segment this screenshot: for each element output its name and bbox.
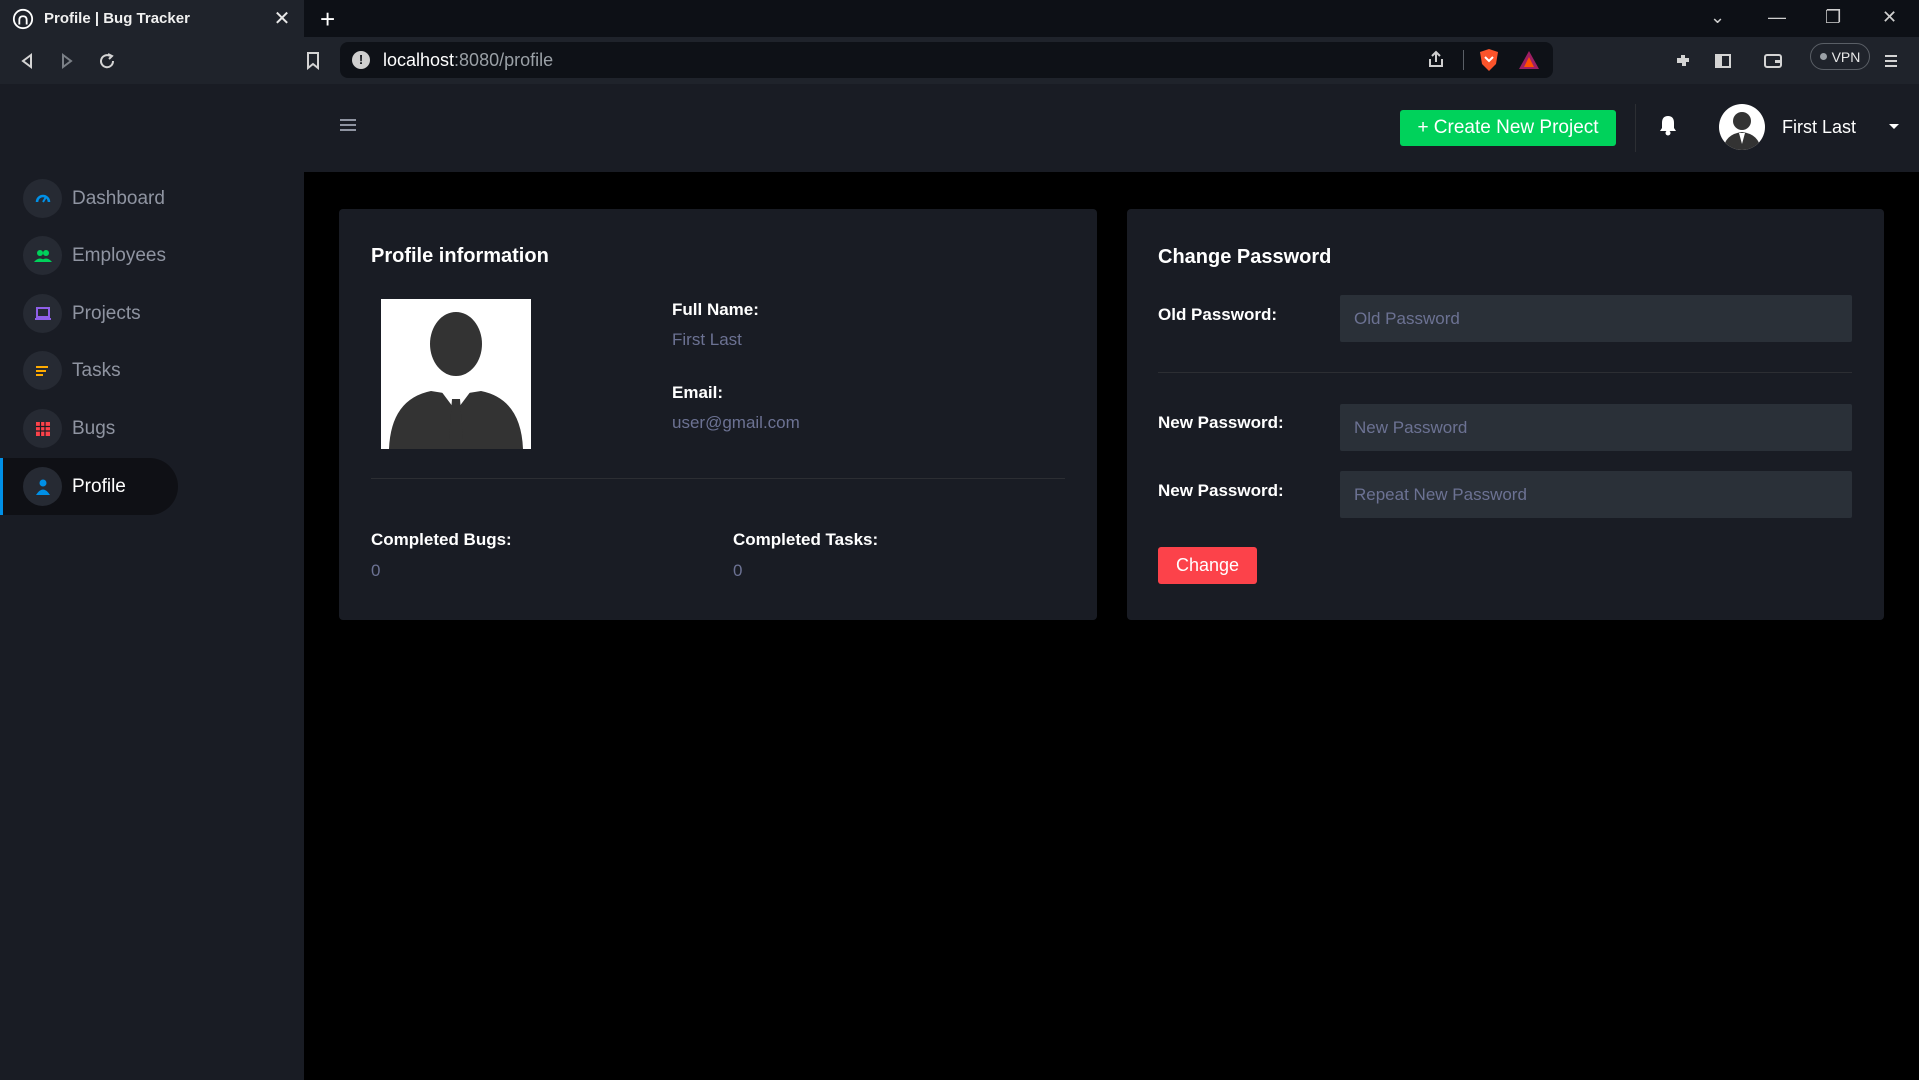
table-icon (23, 409, 62, 448)
forward-icon[interactable] (52, 46, 82, 76)
navbar-divider (1635, 104, 1636, 152)
vpn-status-dot (1819, 53, 1827, 60)
brave-rewards-icon[interactable] (1518, 49, 1540, 76)
completed-bugs-label: Completed Bugs: (371, 530, 512, 549)
browser-toolbar: ! localhost:8080/profile VPN (0, 37, 1919, 84)
tab-search-chevron-icon[interactable]: ⌄ (1710, 7, 1725, 28)
sidebar-item-label: Projects (72, 302, 141, 324)
repeat-password-label: New Password: (1158, 481, 1284, 500)
sidebar-item-label: Employees (72, 244, 166, 266)
extensions-icon[interactable] (1668, 46, 1698, 76)
change-password-title: Change Password (1158, 246, 1332, 268)
hamburger-icon[interactable] (340, 119, 356, 134)
address-bar[interactable]: ! localhost:8080/profile (340, 42, 1553, 78)
sidebar-item-label: Tasks (72, 359, 121, 381)
site-info-icon[interactable]: ! (352, 51, 370, 69)
vpn-label: VPN (1831, 48, 1861, 65)
new-password-label: New Password: (1158, 413, 1284, 432)
person-silhouette-icon (389, 312, 523, 449)
avatar[interactable] (1719, 104, 1765, 150)
close-tab-icon[interactable]: ✕ (272, 6, 292, 31)
user-name[interactable]: First Last (1782, 117, 1856, 138)
list-icon (23, 351, 62, 390)
sidebar: Dashboard Employees Projects Tasks Bugs … (0, 84, 304, 1080)
password-divider (1158, 372, 1852, 373)
url-text[interactable]: localhost:8080/profile (383, 50, 553, 71)
vpn-button[interactable]: VPN (1810, 43, 1870, 70)
email-label: Email: (672, 383, 724, 402)
sidebar-item-projects[interactable]: Projects (0, 285, 178, 342)
sidebar-item-tasks[interactable]: Tasks (0, 342, 178, 399)
people-icon (23, 236, 62, 275)
minimize-icon[interactable]: — (1768, 7, 1786, 28)
restore-icon[interactable]: ❐ (1825, 7, 1841, 28)
completed-tasks-label: Completed Tasks: (733, 530, 879, 549)
share-icon[interactable] (1426, 49, 1446, 74)
sidebar-item-label: Dashboard (72, 187, 165, 209)
completed-tasks-value: 0 (733, 561, 743, 580)
profile-photo (381, 299, 531, 449)
sidebar-item-profile[interactable]: Profile (0, 458, 178, 515)
new-password-field[interactable] (1340, 404, 1852, 451)
tab-title: Profile | Bug Tracker (44, 10, 190, 27)
profile-divider (371, 478, 1065, 479)
sidebar-item-label: Bugs (72, 417, 116, 439)
email-value: user@gmail.com (672, 413, 800, 432)
change-password-card: Change Password Old Password: New Passwo… (1127, 209, 1884, 620)
menu-icon[interactable] (1876, 46, 1906, 76)
full-name-value: First Last (672, 330, 742, 349)
profile-card: Profile information Full Name: First Las… (339, 209, 1097, 620)
create-new-project-button[interactable]: + Create New Project (1400, 110, 1616, 146)
old-password-label: Old Password: (1158, 305, 1278, 324)
sidebar-item-bugs[interactable]: Bugs (0, 400, 178, 457)
repeat-password-field[interactable] (1340, 471, 1852, 518)
reload-icon[interactable] (92, 46, 122, 76)
laptop-icon (23, 294, 62, 333)
new-tab-icon[interactable]: + (320, 4, 335, 35)
back-icon[interactable] (12, 46, 42, 76)
bell-icon[interactable] (1658, 114, 1678, 141)
github-icon (12, 8, 34, 29)
person-icon (23, 467, 62, 506)
browser-tab[interactable]: Profile | Bug Tracker ✕ (0, 0, 304, 37)
sidebar-item-label: Profile (72, 475, 126, 497)
top-navbar: + Create New Project First Last (304, 84, 1919, 172)
browser-tabbar: Profile | Bug Tracker ✕ + ⌄ — ❐ ✕ (0, 0, 1919, 37)
sidebar-toggle-icon[interactable] (1708, 46, 1738, 76)
sidebar-item-employees[interactable]: Employees (0, 227, 178, 284)
wallet-icon[interactable] (1758, 46, 1788, 76)
close-window-icon[interactable]: ✕ (1882, 7, 1897, 28)
omnibox-separator (1463, 50, 1464, 70)
bookmark-icon[interactable] (298, 46, 328, 76)
completed-bugs-value: 0 (371, 561, 381, 580)
caret-down-icon[interactable] (1889, 124, 1899, 129)
change-password-button[interactable]: Change (1158, 547, 1257, 584)
brave-shield-icon[interactable] (1478, 48, 1500, 77)
old-password-field[interactable] (1340, 295, 1852, 342)
full-name-label: Full Name: (672, 300, 759, 319)
profile-card-title: Profile information (371, 245, 549, 267)
speedometer-icon (23, 179, 62, 218)
sidebar-item-dashboard[interactable]: Dashboard (0, 170, 178, 227)
